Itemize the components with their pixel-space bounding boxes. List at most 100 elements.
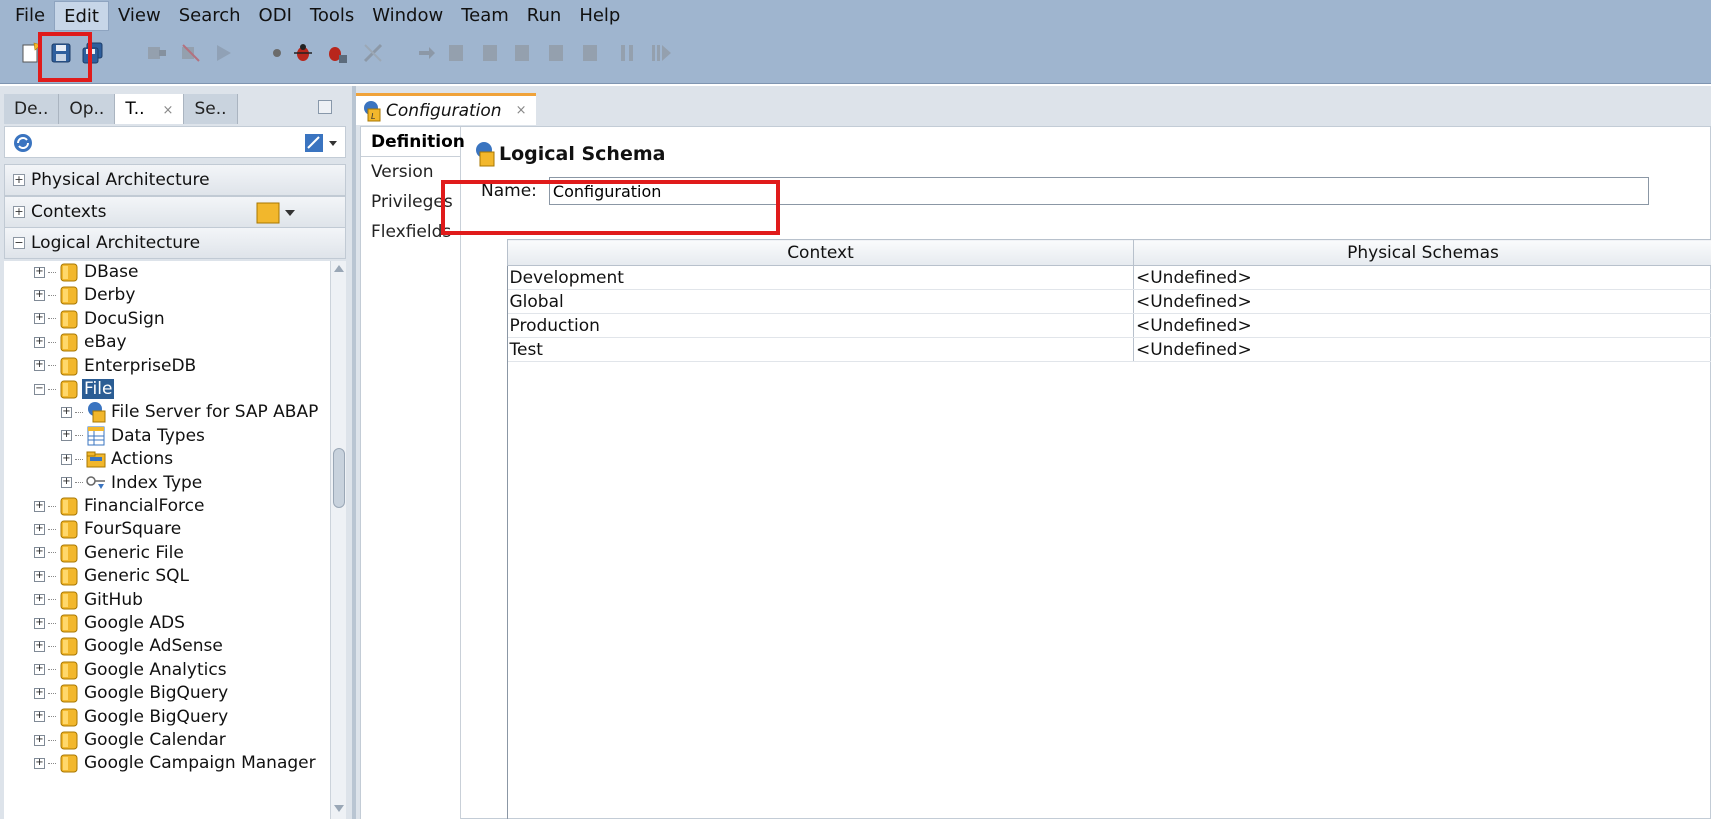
- expand-icon[interactable]: +: [34, 687, 45, 699]
- tree-node[interactable]: + GitHub: [34, 588, 145, 612]
- breakpoint-icon[interactable]: [264, 40, 290, 66]
- menu-odi[interactable]: ODI: [250, 1, 301, 31]
- tree-node[interactable]: + File Server for SAP ABAP: [61, 400, 320, 424]
- expand-icon[interactable]: +: [61, 430, 72, 442]
- column-header-physical-schemas[interactable]: Physical Schemas: [1133, 239, 1711, 266]
- debug-step-icon[interactable]: [324, 40, 350, 66]
- expand-icon[interactable]: +: [13, 206, 25, 218]
- tree-node[interactable]: + Google BigQuery: [34, 705, 230, 729]
- tree-node[interactable]: + Derby: [34, 283, 137, 307]
- expand-icon[interactable]: +: [34, 266, 45, 278]
- pause-icon[interactable]: [614, 40, 640, 66]
- tree-node[interactable]: + Index Type: [61, 471, 204, 495]
- tree-node[interactable]: − File: [34, 377, 115, 401]
- expand-icon[interactable]: +: [34, 547, 45, 559]
- navigator-tab-2[interactable]: T.. ×: [115, 94, 185, 124]
- resume-icon[interactable]: [648, 40, 674, 66]
- tree-node[interactable]: + DBase: [34, 261, 141, 284]
- accordion-physical-architecture[interactable]: + Physical Architecture: [4, 164, 346, 196]
- tree-node[interactable]: + Google Analytics: [34, 658, 229, 682]
- expand-icon[interactable]: +: [34, 289, 45, 301]
- collapse-icon[interactable]: −: [13, 237, 25, 249]
- tree-node[interactable]: + Google Campaign Manager: [34, 751, 318, 775]
- expand-icon[interactable]: +: [34, 617, 45, 629]
- menu-view[interactable]: View: [109, 1, 170, 31]
- tree-node[interactable]: + Google ADS: [34, 611, 187, 635]
- expand-icon[interactable]: +: [34, 664, 45, 676]
- tree-node[interactable]: + eBay: [34, 330, 129, 354]
- menu-tools[interactable]: Tools: [301, 1, 363, 31]
- menu-search[interactable]: Search: [170, 1, 250, 31]
- expand-icon[interactable]: +: [13, 174, 25, 186]
- tree-node[interactable]: + FinancialForce: [34, 494, 206, 518]
- editor-tab-privileges[interactable]: Privileges: [361, 187, 460, 217]
- navigator-tab-0[interactable]: De..: [4, 94, 60, 124]
- expand-icon[interactable]: +: [34, 734, 45, 746]
- table-row[interactable]: Production <Undefined>: [507, 313, 1711, 338]
- physical-schema-cell[interactable]: <Undefined>: [1133, 265, 1711, 290]
- tree-node[interactable]: + EnterpriseDB: [34, 354, 198, 378]
- editor-tab-configuration[interactable]: L Configuration ×: [356, 93, 536, 125]
- tree-node[interactable]: + Google BigQuery: [34, 681, 230, 705]
- step-end-icon[interactable]: [544, 40, 570, 66]
- disconnect-icon[interactable]: [178, 40, 204, 66]
- tree-node[interactable]: + DocuSign: [34, 307, 167, 331]
- tree-node[interactable]: + Generic SQL: [34, 564, 191, 588]
- tree-node[interactable]: + Google Calendar: [34, 728, 228, 752]
- scroll-thumb[interactable]: [333, 448, 345, 508]
- refresh-icon[interactable]: [11, 131, 35, 155]
- menu-help[interactable]: Help: [570, 1, 629, 31]
- physical-schema-cell[interactable]: <Undefined>: [1133, 313, 1711, 338]
- expand-icon[interactable]: +: [34, 640, 45, 652]
- collapse-icon[interactable]: −: [34, 383, 45, 395]
- context-cell[interactable]: Development: [507, 265, 1134, 290]
- step-out-icon[interactable]: [478, 40, 504, 66]
- physical-schema-cell[interactable]: <Undefined>: [1133, 289, 1711, 314]
- name-input[interactable]: [548, 177, 1649, 205]
- expand-icon[interactable]: +: [34, 336, 45, 348]
- editor-tab-flexfields[interactable]: Flexfields: [361, 217, 460, 247]
- step-over-icon[interactable]: [444, 40, 470, 66]
- tools-icon[interactable]: [360, 40, 386, 66]
- expand-icon[interactable]: +: [61, 453, 72, 465]
- expand-icon[interactable]: +: [34, 360, 45, 372]
- accordion-contexts[interactable]: + Contexts: [4, 196, 346, 228]
- step-back-icon[interactable]: [510, 40, 536, 66]
- editor-tab-definition[interactable]: Definition: [361, 127, 465, 157]
- scroll-down-icon[interactable]: [334, 805, 344, 812]
- navigator-tab-3[interactable]: Se..: [184, 94, 238, 124]
- physical-schema-cell[interactable]: <Undefined>: [1133, 337, 1711, 362]
- expand-icon[interactable]: +: [34, 570, 45, 582]
- table-row[interactable]: Test <Undefined>: [507, 337, 1711, 362]
- connect-icon[interactable]: [144, 40, 170, 66]
- get-data-icon[interactable]: [578, 40, 604, 66]
- table-row[interactable]: Development <Undefined>: [507, 265, 1711, 290]
- context-cell[interactable]: Global: [507, 289, 1134, 314]
- menu-run[interactable]: Run: [518, 1, 571, 31]
- context-cell[interactable]: Production: [507, 313, 1134, 338]
- menu-window[interactable]: Window: [363, 1, 452, 31]
- run-icon[interactable]: [210, 40, 236, 66]
- tree-node[interactable]: + Generic File: [34, 541, 186, 565]
- close-tab-icon[interactable]: ×: [516, 103, 527, 118]
- expand-icon[interactable]: +: [61, 477, 72, 489]
- scroll-up-icon[interactable]: [334, 265, 344, 272]
- tree-node[interactable]: + Actions: [61, 447, 175, 471]
- tree-scrollbar[interactable]: [330, 261, 346, 819]
- expand-icon[interactable]: +: [34, 594, 45, 606]
- debug-icon[interactable]: [290, 40, 316, 66]
- expand-icon[interactable]: +: [34, 523, 45, 535]
- menu-team[interactable]: Team: [452, 1, 518, 31]
- context-cell[interactable]: Test: [507, 337, 1134, 362]
- expand-icon[interactable]: +: [61, 406, 72, 418]
- table-row[interactable]: Global <Undefined>: [507, 289, 1711, 314]
- tree-node[interactable]: + FourSquare: [34, 517, 183, 541]
- accordion-logical-architecture[interactable]: − Logical Architecture: [4, 227, 346, 259]
- expand-icon[interactable]: +: [34, 500, 45, 512]
- context-menu-icon[interactable]: [255, 201, 297, 225]
- menu-edit[interactable]: Edit: [54, 1, 109, 31]
- editor-tab-version[interactable]: Version: [361, 157, 460, 187]
- menu-file[interactable]: File: [6, 1, 54, 31]
- navigator-tab-1[interactable]: Op..: [59, 94, 116, 124]
- tree-node[interactable]: + Google AdSense: [34, 634, 225, 658]
